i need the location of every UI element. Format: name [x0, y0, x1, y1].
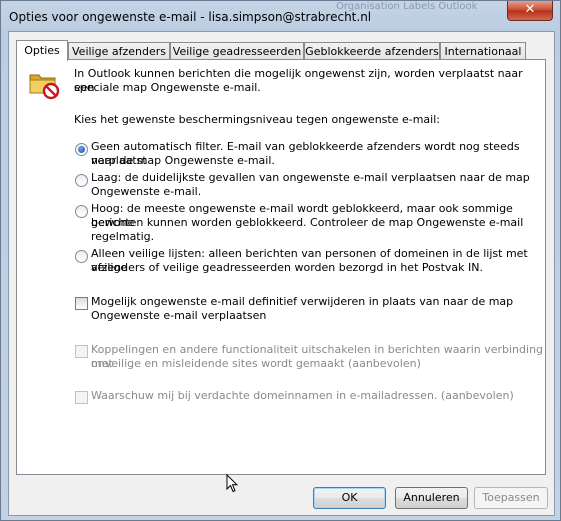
level-label-line: naar de map Ongewenste e-mail. [91, 154, 275, 167]
junk-mail-options-dialog: Organisation Labels Outlook Opties voor … [0, 0, 561, 521]
window-title: Opties voor ongewenste e-mail - lisa.sim… [9, 10, 372, 24]
level-radio-geen-filter[interactable] [75, 143, 88, 156]
disable-links-checkbox [75, 345, 88, 358]
title-bar[interactable]: Organisation Labels Outlook Opties voor … [1, 1, 560, 31]
level-radio-laag[interactable] [75, 174, 88, 187]
level-radio-alleen-veilige-lijsten[interactable] [75, 250, 88, 263]
tab-veilige-afzenders[interactable]: Veilige afzenders [68, 42, 170, 60]
cancel-button[interactable]: Annuleren [395, 487, 468, 509]
dialog-client-area: Opties Veilige afzenders Veilige geadres… [8, 31, 555, 516]
tab-opties[interactable]: Opties [16, 40, 68, 61]
level-radio-hoog[interactable] [75, 205, 88, 218]
option-label-line: Waarschuw mij bij verdachte domeinnamen … [91, 389, 514, 402]
junk-mail-folder-icon [29, 74, 60, 100]
tab-geblokkeerde-afzenders[interactable]: Geblokkeerde afzenders [304, 42, 440, 60]
level-label-line: regelmatig. [91, 230, 155, 243]
tab-internationaal[interactable]: Internationaal [440, 42, 526, 60]
level-label-line: afzenders of veilige geadresseerden word… [91, 261, 483, 274]
protection-level-prompt: Kies het gewenste beschermingsniveau teg… [74, 113, 440, 126]
mouse-cursor-icon [226, 474, 238, 493]
intro-line-2: speciale map Ongewenste e-mail. [74, 81, 261, 94]
ok-button[interactable]: OK [313, 487, 386, 509]
option-label-line: Mogelijk ongewenste e-mail definitief ve… [91, 295, 514, 308]
level-label-line: Ongewenste e-mail. [91, 185, 202, 198]
close-button[interactable]: ✕ [507, 1, 553, 21]
permanently-delete-checkbox[interactable] [75, 297, 88, 310]
apply-button: Toepassen [474, 487, 548, 509]
level-label-line: berichten kunnen worden geblokkeerd. Con… [91, 216, 524, 229]
warn-suspicious-domains-checkbox [75, 391, 88, 404]
tab-panel-opties: In Outlook kunnen berichten die mogelijk… [16, 59, 546, 475]
close-icon: ✕ [524, 2, 536, 17]
level-label-line: Laag: de duidelijkste gevallen van ongew… [91, 171, 530, 184]
option-label-line: onveilige en misleidende sites wordt gem… [91, 357, 421, 370]
tab-veilige-geadresseerden[interactable]: Veilige geadresseerden [170, 42, 304, 60]
option-label-line: Ongewenste e-mail verplaatsen [91, 309, 267, 322]
